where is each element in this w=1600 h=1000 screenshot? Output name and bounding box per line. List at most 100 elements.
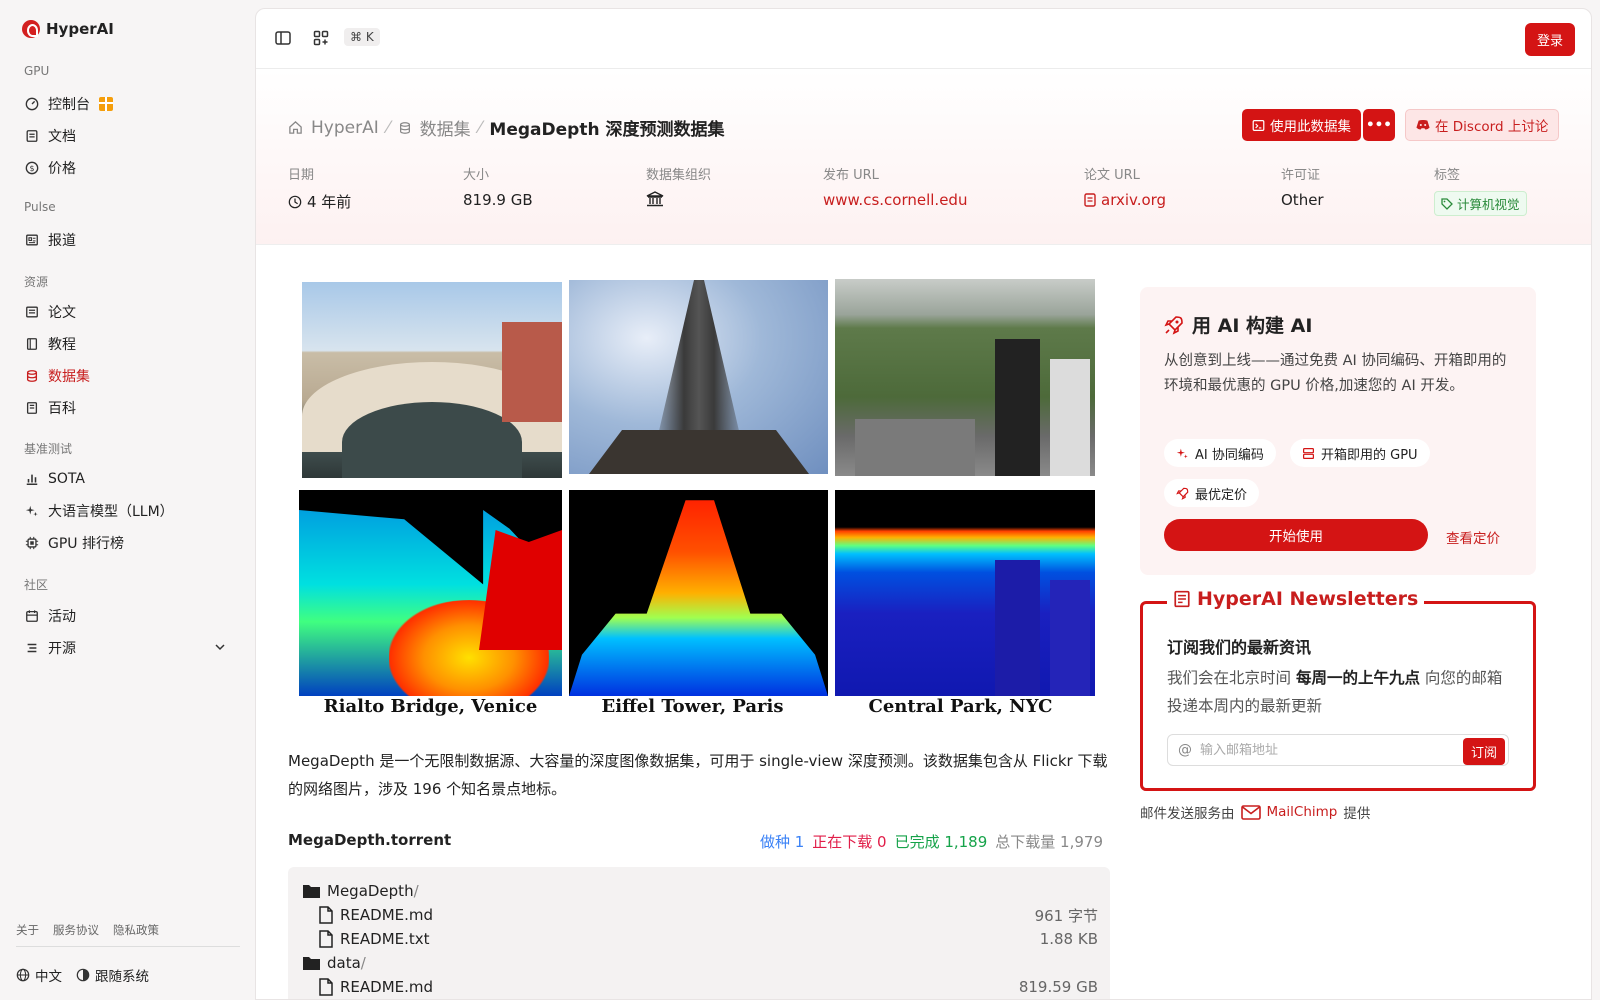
- login-button[interactable]: 登录: [1524, 23, 1575, 56]
- language-switch[interactable]: 中文: [16, 965, 62, 985]
- path-slash: /: [413, 882, 419, 900]
- folder-name: MegaDepth: [327, 882, 414, 900]
- mail-provider-note: 邮件发送服务由 MailChimp 提供: [1140, 802, 1370, 822]
- list-icon: [25, 641, 39, 655]
- torrent-stats: 做种 1 正在下载 0 已完成 1,189 总下载量 1,979: [760, 831, 1103, 852]
- section-gpu: GPU: [24, 64, 50, 78]
- sidebar-item-tutorials[interactable]: 教程: [16, 329, 238, 359]
- sidebar-item-gpu-rank[interactable]: GPU 排行榜: [16, 528, 238, 558]
- sidebar-item-papers[interactable]: 论文: [16, 297, 238, 327]
- mailer-post: 提供: [1343, 806, 1371, 822]
- sidebar-item-pricing[interactable]: $ 价格: [16, 153, 238, 183]
- footer-link-terms[interactable]: 服务协议: [53, 922, 99, 938]
- footer-divider: [16, 946, 240, 947]
- terminal-icon: [1252, 119, 1265, 131]
- discord-label: 在 Discord 上讨论: [1435, 119, 1549, 135]
- file-name: README.md: [340, 978, 434, 996]
- photo-eiffel: [569, 280, 828, 474]
- theme-switch[interactable]: 跟随系统: [76, 965, 149, 985]
- brand[interactable]: HyperAI: [22, 20, 114, 38]
- sidebar-item-console[interactable]: 控制台: [16, 89, 238, 119]
- sidebar-toggle-icon[interactable]: [274, 29, 292, 47]
- downloading-count: 正在下载 0: [812, 833, 887, 851]
- sidebar-item-docs[interactable]: 文档: [16, 121, 238, 151]
- apps-grid-icon[interactable]: [312, 29, 330, 47]
- meta-label: 日期: [288, 168, 315, 183]
- sidebar-item-label: 数据集: [48, 369, 90, 385]
- file-tree-row[interactable]: README.md 961 字节: [318, 904, 1098, 926]
- newspaper-icon: [25, 233, 39, 247]
- sidebar-item-llm[interactable]: 大语言模型（LLM）: [16, 496, 238, 526]
- dataset-header: HyperAI ⁄ 数据集 ⁄ MegaDepth 深度预测数据集 使用此数据集…: [256, 70, 1591, 245]
- gauge-icon: [25, 97, 39, 111]
- clock-icon: [288, 195, 302, 208]
- size-value: 819.9 GB: [463, 191, 533, 209]
- footer-link-privacy[interactable]: 隐私政策: [113, 922, 159, 938]
- brand-name: HyperAI: [46, 20, 114, 38]
- depth-map-rialto: [299, 490, 562, 696]
- meta-label: 论文 URL: [1084, 168, 1140, 183]
- meta-license: 许可证 Other: [1281, 164, 1324, 209]
- meta-value: 4 年前: [288, 191, 351, 212]
- sidebar-item-label: SOTA: [48, 471, 85, 487]
- meta-date: 日期 4 年前: [288, 164, 351, 212]
- theme-label: 跟随系统: [95, 969, 149, 985]
- at-sign-icon: @: [1178, 742, 1192, 758]
- file-tree-row[interactable]: data /: [302, 952, 1098, 974]
- subscribe-button[interactable]: 订阅: [1462, 738, 1505, 765]
- chip-gpu: 开箱即用的 GPU: [1290, 439, 1430, 467]
- get-started-button[interactable]: 开始使用: [1164, 519, 1428, 551]
- sidebar-item-reports[interactable]: 报道: [16, 225, 238, 255]
- more-actions-button[interactable]: •••: [1363, 109, 1395, 141]
- database-icon: [25, 369, 39, 383]
- sidebar-item-events[interactable]: 活动: [16, 601, 238, 631]
- rocket-icon: [1164, 315, 1183, 335]
- view-pricing-link[interactable]: 查看定价: [1446, 527, 1500, 547]
- sidebar-item-wiki[interactable]: 百科: [16, 393, 238, 423]
- theme-icon: [76, 968, 90, 982]
- breadcrumb: HyperAI ⁄ 数据集 ⁄ MegaDepth 深度预测数据集: [288, 115, 724, 140]
- tag-badge[interactable]: 计算机视觉: [1434, 191, 1527, 216]
- sidebar-item-datasets[interactable]: 数据集: [16, 361, 238, 391]
- breadcrumb-home[interactable]: HyperAI: [311, 118, 379, 138]
- institution-icon[interactable]: [646, 191, 664, 207]
- discord-icon: [1416, 119, 1430, 130]
- file-icon: [319, 930, 333, 948]
- breadcrumb-datasets[interactable]: 数据集: [420, 115, 471, 140]
- svg-text:$: $: [29, 164, 34, 173]
- email-field-wrapper: @ 订阅: [1167, 734, 1509, 766]
- mailchimp-link[interactable]: MailChimp: [1267, 804, 1338, 820]
- paper-url-link[interactable]: arxiv.org: [1084, 191, 1166, 209]
- use-dataset-button[interactable]: 使用此数据集: [1242, 109, 1361, 141]
- discord-discuss-button[interactable]: 在 Discord 上讨论: [1405, 109, 1560, 141]
- sidebar-item-opensource[interactable]: 开源: [16, 633, 238, 663]
- file-tree-row[interactable]: README.md 819.59 GB: [318, 976, 1098, 998]
- tag-icon: [1441, 197, 1453, 210]
- promo-card: 用 AI 构建 AI 从创意到上线——通过免费 AI 协同编码、开箱即用的环境和…: [1140, 287, 1536, 575]
- section-benchmark: 基准测试: [24, 442, 73, 456]
- chip-icon: [25, 536, 39, 550]
- file-tree-row[interactable]: MegaDepth /: [302, 880, 1098, 902]
- footer-link-about[interactable]: 关于: [16, 922, 39, 938]
- sidebar-item-label: 大语言模型（LLM）: [48, 504, 174, 520]
- release-url-link[interactable]: www.cs.cornell.edu: [823, 191, 967, 209]
- section-pulse: Pulse: [24, 200, 56, 214]
- chip-ai-coding: AI 协同编码: [1164, 439, 1276, 467]
- license-value: Other: [1281, 191, 1324, 209]
- sidebar-item-sota[interactable]: SOTA: [16, 464, 238, 494]
- sidebar-item-label: 报道: [48, 233, 76, 249]
- book-icon: [25, 337, 39, 351]
- meta-tags: 标签 计算机视觉: [1434, 164, 1527, 216]
- folder-name: data: [327, 954, 361, 972]
- depth-map-eiffel: [569, 490, 828, 696]
- section-community: 社区: [24, 578, 49, 592]
- meta-label: 大小: [463, 168, 490, 183]
- hyperai-logo-icon: [22, 20, 40, 38]
- search-shortcut[interactable]: ⌘ K: [344, 28, 380, 46]
- tag-label: 计算机视觉: [1457, 197, 1520, 212]
- photo-rialto: [302, 282, 562, 478]
- chevron-down-icon[interactable]: [214, 641, 226, 657]
- email-input[interactable]: [1200, 742, 1508, 758]
- file-tree-row[interactable]: README.txt 1.88 KB: [318, 928, 1098, 950]
- file-size: 961 字节: [1034, 906, 1098, 925]
